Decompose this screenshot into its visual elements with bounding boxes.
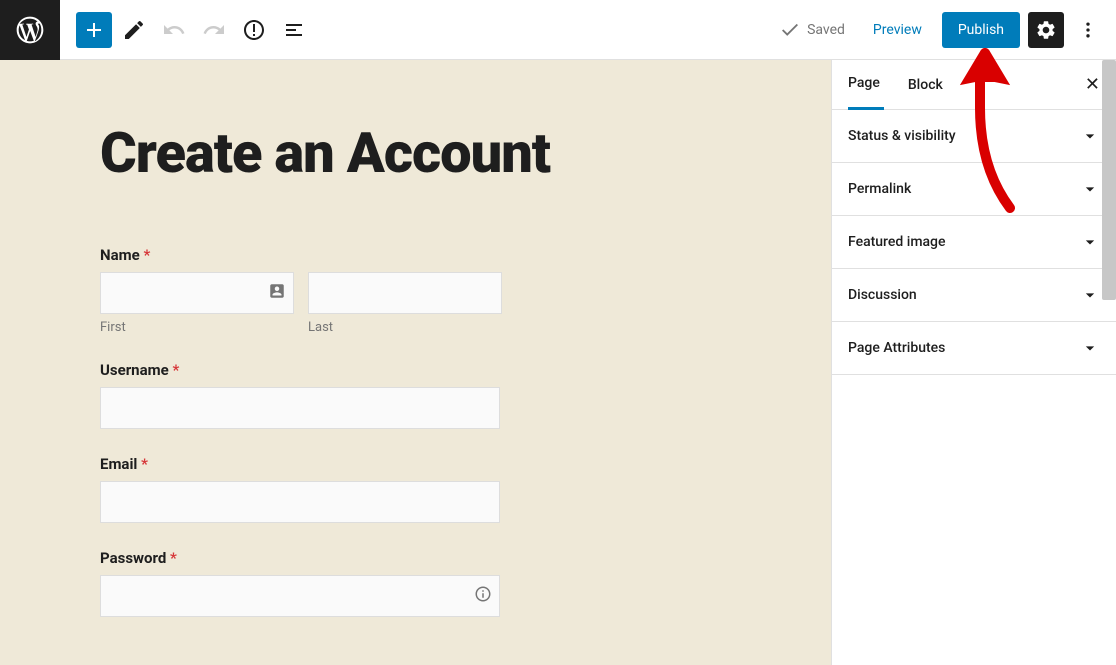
required-mark: *: [141, 455, 148, 473]
sidebar-tabs: Page Block ✕: [832, 60, 1116, 110]
panel-label: Page Attributes: [848, 340, 945, 356]
panel-discussion[interactable]: Discussion: [832, 269, 1116, 322]
first-sublabel: First: [100, 320, 294, 335]
panel-label: Discussion: [848, 287, 917, 303]
tools-button[interactable]: [116, 12, 152, 48]
contact-icon: [268, 282, 286, 304]
panel-permalink[interactable]: Permalink: [832, 163, 1116, 216]
chevron-down-icon: [1080, 232, 1100, 252]
panel-status-visibility[interactable]: Status & visibility: [832, 110, 1116, 163]
first-name-input[interactable]: [100, 272, 294, 314]
main-area: Create an Account Name * First Last User…: [0, 60, 1116, 665]
info-button[interactable]: [236, 12, 272, 48]
panel-label: Status & visibility: [848, 128, 956, 144]
settings-sidebar: Page Block ✕ Status & visibility Permali…: [831, 60, 1116, 665]
panel-page-attributes[interactable]: Page Attributes: [832, 322, 1116, 375]
last-sublabel: Last: [308, 320, 502, 335]
publish-button[interactable]: Publish: [942, 12, 1020, 48]
chevron-down-icon: [1080, 285, 1100, 305]
more-menu-button[interactable]: [1072, 12, 1104, 48]
password-input[interactable]: [100, 575, 500, 617]
password-field-row: Password *: [100, 549, 771, 617]
undo-button[interactable]: [156, 12, 192, 48]
editor-canvas[interactable]: Create an Account Name * First Last User…: [0, 60, 831, 665]
email-input[interactable]: [100, 481, 500, 523]
email-field-row: Email *: [100, 455, 771, 523]
tab-page[interactable]: Page: [848, 60, 884, 110]
required-mark: *: [143, 246, 150, 264]
username-field-row: Username *: [100, 361, 771, 429]
chevron-down-icon: [1080, 126, 1100, 146]
password-generate-icon[interactable]: [474, 585, 492, 607]
last-name-input[interactable]: [308, 272, 502, 314]
saved-indicator: Saved: [779, 19, 845, 41]
email-label: Email *: [100, 455, 771, 473]
username-input[interactable]: [100, 387, 500, 429]
close-sidebar-button[interactable]: ✕: [1085, 74, 1100, 95]
chevron-down-icon: [1080, 179, 1100, 199]
username-label: Username *: [100, 361, 771, 379]
preview-button[interactable]: Preview: [861, 14, 934, 46]
outline-button[interactable]: [276, 12, 312, 48]
page-title[interactable]: Create an Account: [100, 120, 771, 186]
saved-label: Saved: [807, 22, 845, 38]
name-label: Name *: [100, 246, 771, 264]
scrollbar[interactable]: [1102, 60, 1116, 300]
top-toolbar: Saved Preview Publish: [0, 0, 1116, 60]
toolbar-left: [60, 12, 312, 48]
toolbar-right: Saved Preview Publish: [779, 12, 1116, 48]
name-field-row: Name * First Last: [100, 246, 771, 335]
tab-block[interactable]: Block: [908, 60, 947, 110]
wordpress-logo[interactable]: [0, 0, 60, 60]
required-mark: *: [172, 361, 179, 379]
add-block-button[interactable]: [76, 12, 112, 48]
required-mark: *: [170, 549, 177, 567]
password-label: Password *: [100, 549, 771, 567]
panel-label: Featured image: [848, 234, 946, 250]
settings-button[interactable]: [1028, 12, 1064, 48]
redo-button[interactable]: [196, 12, 232, 48]
chevron-down-icon: [1080, 338, 1100, 358]
panel-featured-image[interactable]: Featured image: [832, 216, 1116, 269]
panel-label: Permalink: [848, 181, 911, 197]
